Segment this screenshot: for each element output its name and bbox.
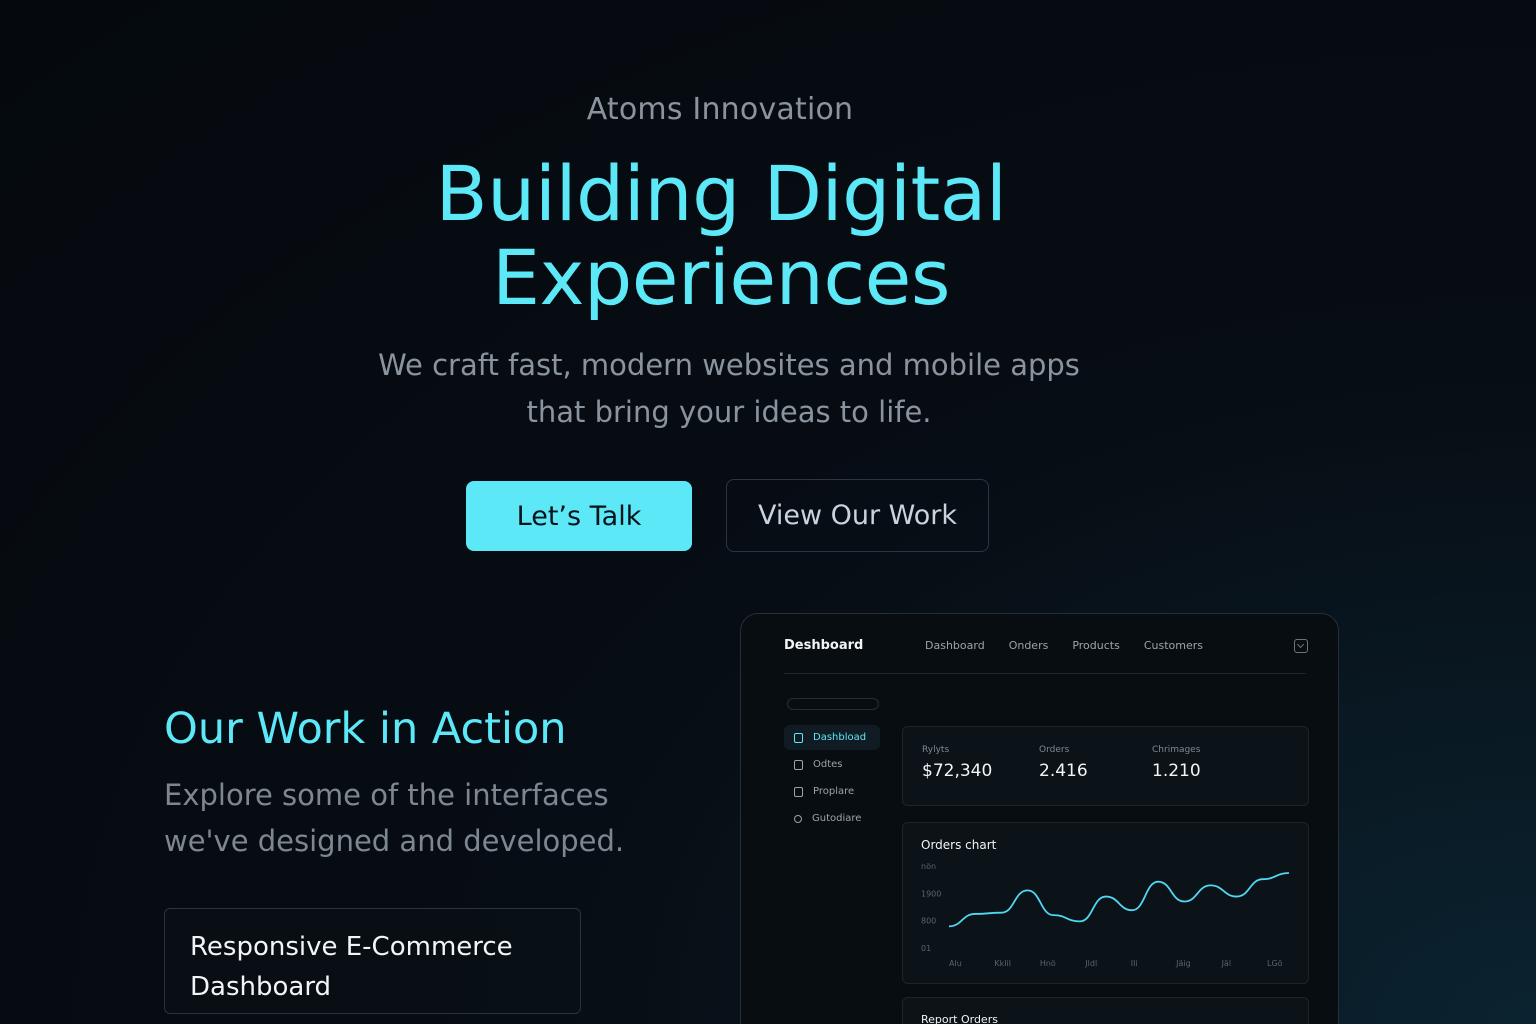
report-title: Report Orders <box>921 1013 998 1024</box>
sidebar-item-label: Gutodiare <box>812 813 862 824</box>
dashboard-nav-item[interactable]: Customers <box>1144 639 1203 652</box>
stat-value: 2.416 <box>1039 761 1088 781</box>
sidebar-item-dashboard[interactable]: Dashbload <box>784 725 880 750</box>
orders-series-line <box>948 872 1290 928</box>
sidebar-item-label: Proplare <box>813 786 855 797</box>
hero-subtitle-line-2: that bring your ideas to life. <box>526 395 932 429</box>
dashboard-preview: Deshboard Dashboard Onders Products Cust… <box>740 613 1339 1024</box>
stat-label: Chrimages <box>1152 745 1201 755</box>
stat-label: Rylyts <box>922 745 950 755</box>
lets-talk-button[interactable]: Let’s Talk <box>466 481 692 551</box>
hero-subtitle-line-1: We craft fast, modern websites and mobil… <box>378 348 1080 382</box>
work-subtitle-line-1: Explore some of the interfaces <box>164 778 609 812</box>
dashboard-nav-item[interactable]: Dashboard <box>925 639 985 652</box>
x-tick-label: Hnö <box>1040 959 1056 968</box>
dashboard-nav-item[interactable]: Onders <box>1009 639 1049 652</box>
y-tick-label: 1900 <box>921 889 941 898</box>
x-tick-label: Kklil <box>994 959 1011 968</box>
project-title-line-1: Responsive E-Commerce <box>190 932 513 962</box>
clipboard-icon <box>794 759 803 770</box>
y-tick-label: 01 <box>921 944 931 953</box>
stat-label: Orders <box>1039 745 1070 755</box>
x-tick-label: Ili <box>1131 959 1138 968</box>
hero-subtitle: We craft fast, modern websites and mobil… <box>0 342 1458 436</box>
x-tick-label: Jäl <box>1221 959 1231 968</box>
orders-chart: nön 1900 800 01 Alu Kklil Hnö Jldl Ili Jäig Jäl LGö <box>921 862 1290 968</box>
sidebar-item-label: Odtes <box>813 759 843 770</box>
dashboard-divider <box>784 673 1306 674</box>
y-tick-label: nön <box>921 862 936 871</box>
brand-name: Atoms Innovation <box>586 92 854 127</box>
dashboard-brand: Deshboard <box>784 638 864 653</box>
sidebar-item-products[interactable]: Proplare <box>784 779 880 804</box>
stat-orders: Orders 2.416 <box>1039 745 1088 781</box>
sidebar-item-label: Dashbload <box>813 732 867 743</box>
y-tick-label: 800 <box>921 917 936 926</box>
x-tick-label: Alu <box>949 959 962 968</box>
stat-changes: Chrimages 1.210 <box>1152 745 1201 781</box>
report-orders-card: Report Orders <box>902 997 1309 1024</box>
stat-revenue: Rylyts $72,340 <box>922 745 992 781</box>
stats-card: Rylyts $72,340 Orders 2.416 Chrimages 1.… <box>902 726 1309 806</box>
stat-value: 1.210 <box>1152 761 1201 781</box>
user-icon <box>794 814 802 823</box>
chevron-down-icon[interactable] <box>1294 639 1308 653</box>
square-icon <box>794 732 803 743</box>
orders-chart-card: Orders chart nön 1900 800 01 Alu Kklil Hnö Jldl… <box>902 822 1309 984</box>
project-title-line-2: Dashboard <box>190 972 332 1002</box>
work-subtitle-line-2: we've designed and developed. <box>164 824 625 858</box>
x-tick-label: Jldl <box>1084 959 1097 968</box>
dashboard-search-input[interactable] <box>787 698 879 710</box>
hero-title: Building Digital Experiences <box>0 152 1442 320</box>
hero-title-text: Building Digital Experiences <box>435 149 1007 322</box>
landing-page: Atoms Innovation Building Digital Experi… <box>0 0 1536 1024</box>
work-section-title: Our Work in Action <box>164 704 567 754</box>
box-icon <box>794 786 803 797</box>
work-section-subtitle: Explore some of the interfaces we've des… <box>164 772 684 864</box>
x-tick-label: LGö <box>1267 959 1283 968</box>
dashboard-nav-item[interactable]: Products <box>1072 639 1120 652</box>
view-our-work-button[interactable]: View Our Work <box>726 479 989 552</box>
dashboard-nav: Dashboard Onders Products Customers <box>925 639 1227 652</box>
stat-value: $72,340 <box>922 761 993 781</box>
sidebar-item-orders[interactable]: Odtes <box>784 752 880 777</box>
sidebar-item-customers[interactable]: Gutodiare <box>784 806 880 831</box>
project-card-ecommerce[interactable]: Responsive E-Commerce Dashboard <box>164 908 581 1014</box>
x-tick-label: Jäig <box>1175 959 1191 968</box>
